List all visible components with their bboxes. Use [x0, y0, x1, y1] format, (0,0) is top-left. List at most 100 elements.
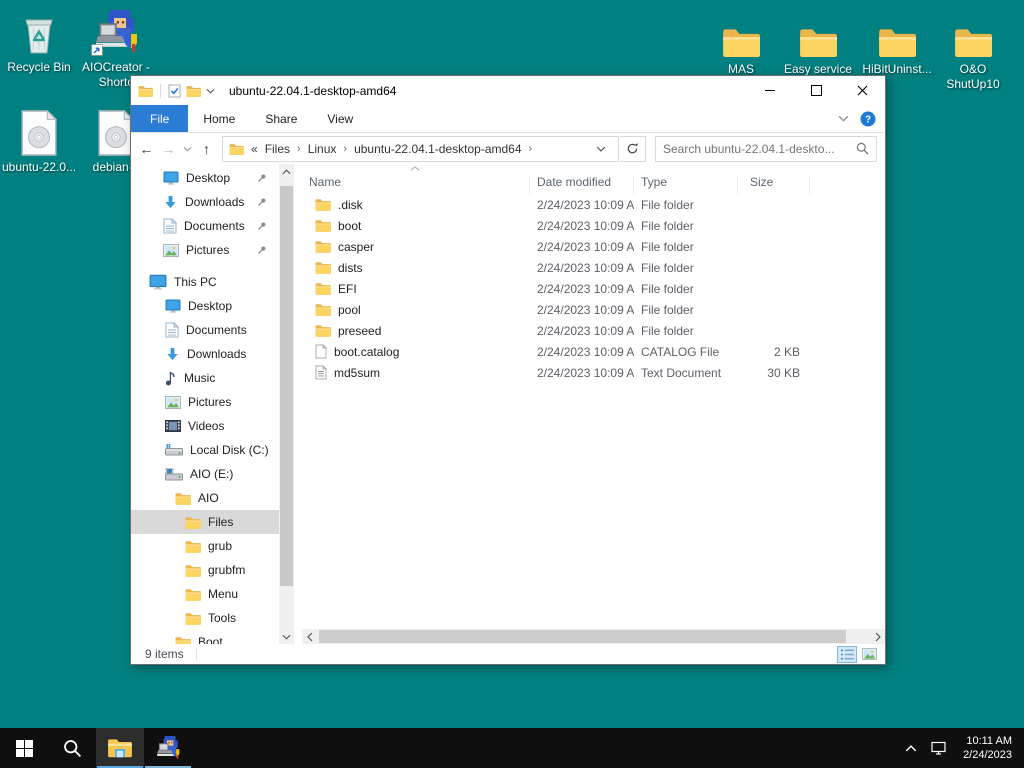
nav-item-pictures[interactable]: Pictures — [131, 390, 279, 414]
file-type: File folder — [634, 282, 738, 296]
nav-item-grub[interactable]: grub — [131, 534, 279, 558]
tab-home[interactable]: Home — [188, 105, 250, 132]
nav-item-menu[interactable]: Menu — [131, 582, 279, 606]
file-row-pool[interactable]: pool 2/24/2023 10:09 AM File folder — [302, 299, 885, 320]
file-row-preseed[interactable]: preseed 2/24/2023 10:09 AM File folder — [302, 320, 885, 341]
address-dropdown-chevron-icon[interactable] — [584, 146, 618, 152]
taskbar-aiocreator-button[interactable] — [144, 728, 192, 768]
pictures-icon — [165, 396, 181, 409]
navigation-scrollbar[interactable] — [279, 164, 294, 644]
scrollbar-thumb[interactable] — [319, 630, 846, 643]
title-bar[interactable]: ubuntu-22.04.1-desktop-amd64 — [131, 76, 885, 105]
nav-item-desktop[interactable]: Desktop — [131, 294, 279, 318]
scroll-right-arrow[interactable] — [870, 632, 885, 642]
breadcrumb-separator-icon: › — [297, 143, 301, 155]
file-row-efi[interactable]: EFI 2/24/2023 10:09 AM File folder — [302, 278, 885, 299]
desktop-icon-hibituninstaller[interactable]: HiBitUninst... — [858, 8, 936, 77]
search-box[interactable] — [655, 136, 877, 162]
nav-item-documents[interactable]: Documents — [131, 318, 279, 342]
separator — [196, 648, 197, 660]
nav-item-videos[interactable]: Videos — [131, 414, 279, 438]
file-name: preseed — [338, 324, 381, 338]
nav-item-files-selected[interactable]: Files — [131, 510, 279, 534]
scrollbar-thumb[interactable] — [280, 186, 293, 586]
nav-item-quick-pictures[interactable]: Pictures — [131, 238, 279, 262]
nav-item-quick-documents[interactable]: Documents — [131, 214, 279, 238]
file-name: pool — [338, 303, 361, 317]
back-button[interactable]: ← — [136, 137, 157, 161]
properties-icon[interactable] — [168, 84, 181, 98]
column-header-type[interactable]: Type — [634, 175, 738, 194]
desktop-icon-easy-service[interactable]: Easy service — [779, 8, 857, 77]
refresh-button[interactable] — [620, 136, 646, 162]
nav-item-quick-desktop[interactable]: Desktop — [131, 166, 279, 190]
show-hidden-icons-chevron-icon[interactable] — [905, 745, 917, 752]
pin-icon — [257, 221, 267, 231]
nav-item-grubfm[interactable]: grubfm — [131, 558, 279, 582]
pin-icon — [257, 173, 267, 183]
tab-share[interactable]: Share — [250, 105, 312, 132]
nav-item-label: AIO — [198, 491, 219, 505]
close-button[interactable] — [839, 76, 885, 105]
scroll-down-arrow[interactable] — [279, 629, 294, 644]
column-header-name[interactable]: Name — [302, 175, 530, 194]
breadcrumb-item-current[interactable]: ubuntu-22.04.1-desktop-amd64 — [354, 142, 521, 156]
help-icon[interactable] — [860, 111, 876, 127]
desktop-icon-mas[interactable]: MAS — [702, 8, 780, 77]
file-row-boot-catalog[interactable]: boot.catalog 2/24/2023 10:09 AM CATALOG … — [302, 341, 885, 362]
breadcrumb-item-linux[interactable]: Linux — [308, 142, 337, 156]
address-bar[interactable]: « Files › Linux › ubuntu-22.04.1-desktop… — [222, 136, 619, 162]
file-row-boot[interactable]: boot 2/24/2023 10:09 AM File folder — [302, 215, 885, 236]
nav-item-downloads[interactable]: Downloads — [131, 342, 279, 366]
scrollbar-track[interactable] — [848, 630, 870, 643]
clock-time: 10:11 AM — [963, 734, 1012, 748]
nav-item-this-pc[interactable]: This PC — [131, 270, 279, 294]
taskbar-file-explorer-button[interactable] — [96, 728, 144, 768]
minimize-button[interactable] — [747, 76, 793, 105]
desktop-icon-ubuntu-iso[interactable]: ubuntu-22.0... — [0, 106, 78, 175]
folder-icon — [175, 492, 191, 505]
file-row-dists[interactable]: dists 2/24/2023 10:09 AM File folder — [302, 257, 885, 278]
large-icons-view-button[interactable] — [859, 646, 879, 663]
tab-file[interactable]: File — [131, 105, 188, 132]
nav-item-boot[interactable]: Boot — [131, 630, 279, 644]
file-row-md5sum[interactable]: md5sum 2/24/2023 10:09 AM Text Document … — [302, 362, 885, 383]
thumbnails-view-icon — [862, 648, 877, 660]
taskbar-search-button[interactable] — [48, 728, 96, 768]
maximize-button[interactable] — [793, 76, 839, 105]
scroll-left-arrow[interactable] — [302, 632, 317, 642]
breadcrumb-overflow[interactable]: « — [251, 142, 258, 156]
details-view-button[interactable] — [837, 646, 857, 663]
this-pc-icon — [149, 274, 167, 290]
scroll-up-arrow[interactable] — [279, 164, 294, 179]
nav-item-music[interactable]: Music — [131, 366, 279, 390]
column-header-size[interactable]: Size — [738, 175, 810, 194]
customize-qat-chevron-icon[interactable] — [206, 88, 215, 94]
nav-item-aio-drive-e[interactable]: AIO (E:) — [131, 462, 279, 486]
horizontal-scrollbar[interactable] — [302, 629, 885, 644]
forward-button[interactable]: → — [158, 137, 179, 161]
nav-item-aio-folder[interactable]: AIO — [131, 486, 279, 510]
file-row-disk[interactable]: .disk 2/24/2023 10:09 AM File folder — [302, 194, 885, 215]
start-button[interactable] — [0, 728, 48, 768]
column-header-date-modified[interactable]: Date modified — [530, 175, 634, 194]
nav-item-quick-downloads[interactable]: Downloads — [131, 190, 279, 214]
desktop-icon-recycle-bin[interactable]: Recycle Bin — [0, 6, 78, 75]
search-input[interactable] — [663, 142, 856, 156]
breadcrumb-item-files[interactable]: Files — [265, 142, 290, 156]
file-explorer-window: ubuntu-22.04.1-desktop-amd64 File Home S… — [130, 75, 886, 665]
expand-ribbon-chevron-icon[interactable] — [838, 115, 849, 122]
nav-item-local-disk-c[interactable]: Local Disk (C:) — [131, 438, 279, 462]
shortcut-arrow-icon — [91, 44, 103, 56]
network-icon[interactable] — [930, 740, 950, 756]
file-date: 2/24/2023 10:09 AM — [530, 324, 634, 338]
file-row-casper[interactable]: casper 2/24/2023 10:09 AM File folder — [302, 236, 885, 257]
taskbar-clock[interactable]: 10:11 AM 2/24/2023 — [963, 734, 1012, 762]
new-folder-icon[interactable] — [186, 85, 201, 97]
recent-locations-chevron-icon[interactable] — [183, 146, 192, 152]
pictures-icon — [163, 244, 179, 257]
nav-item-tools[interactable]: Tools — [131, 606, 279, 630]
tab-view[interactable]: View — [312, 105, 368, 132]
desktop-icon-oo-shutup10[interactable]: O&O ShutUp10 — [934, 8, 1012, 92]
up-button[interactable]: ↑ — [196, 137, 217, 161]
